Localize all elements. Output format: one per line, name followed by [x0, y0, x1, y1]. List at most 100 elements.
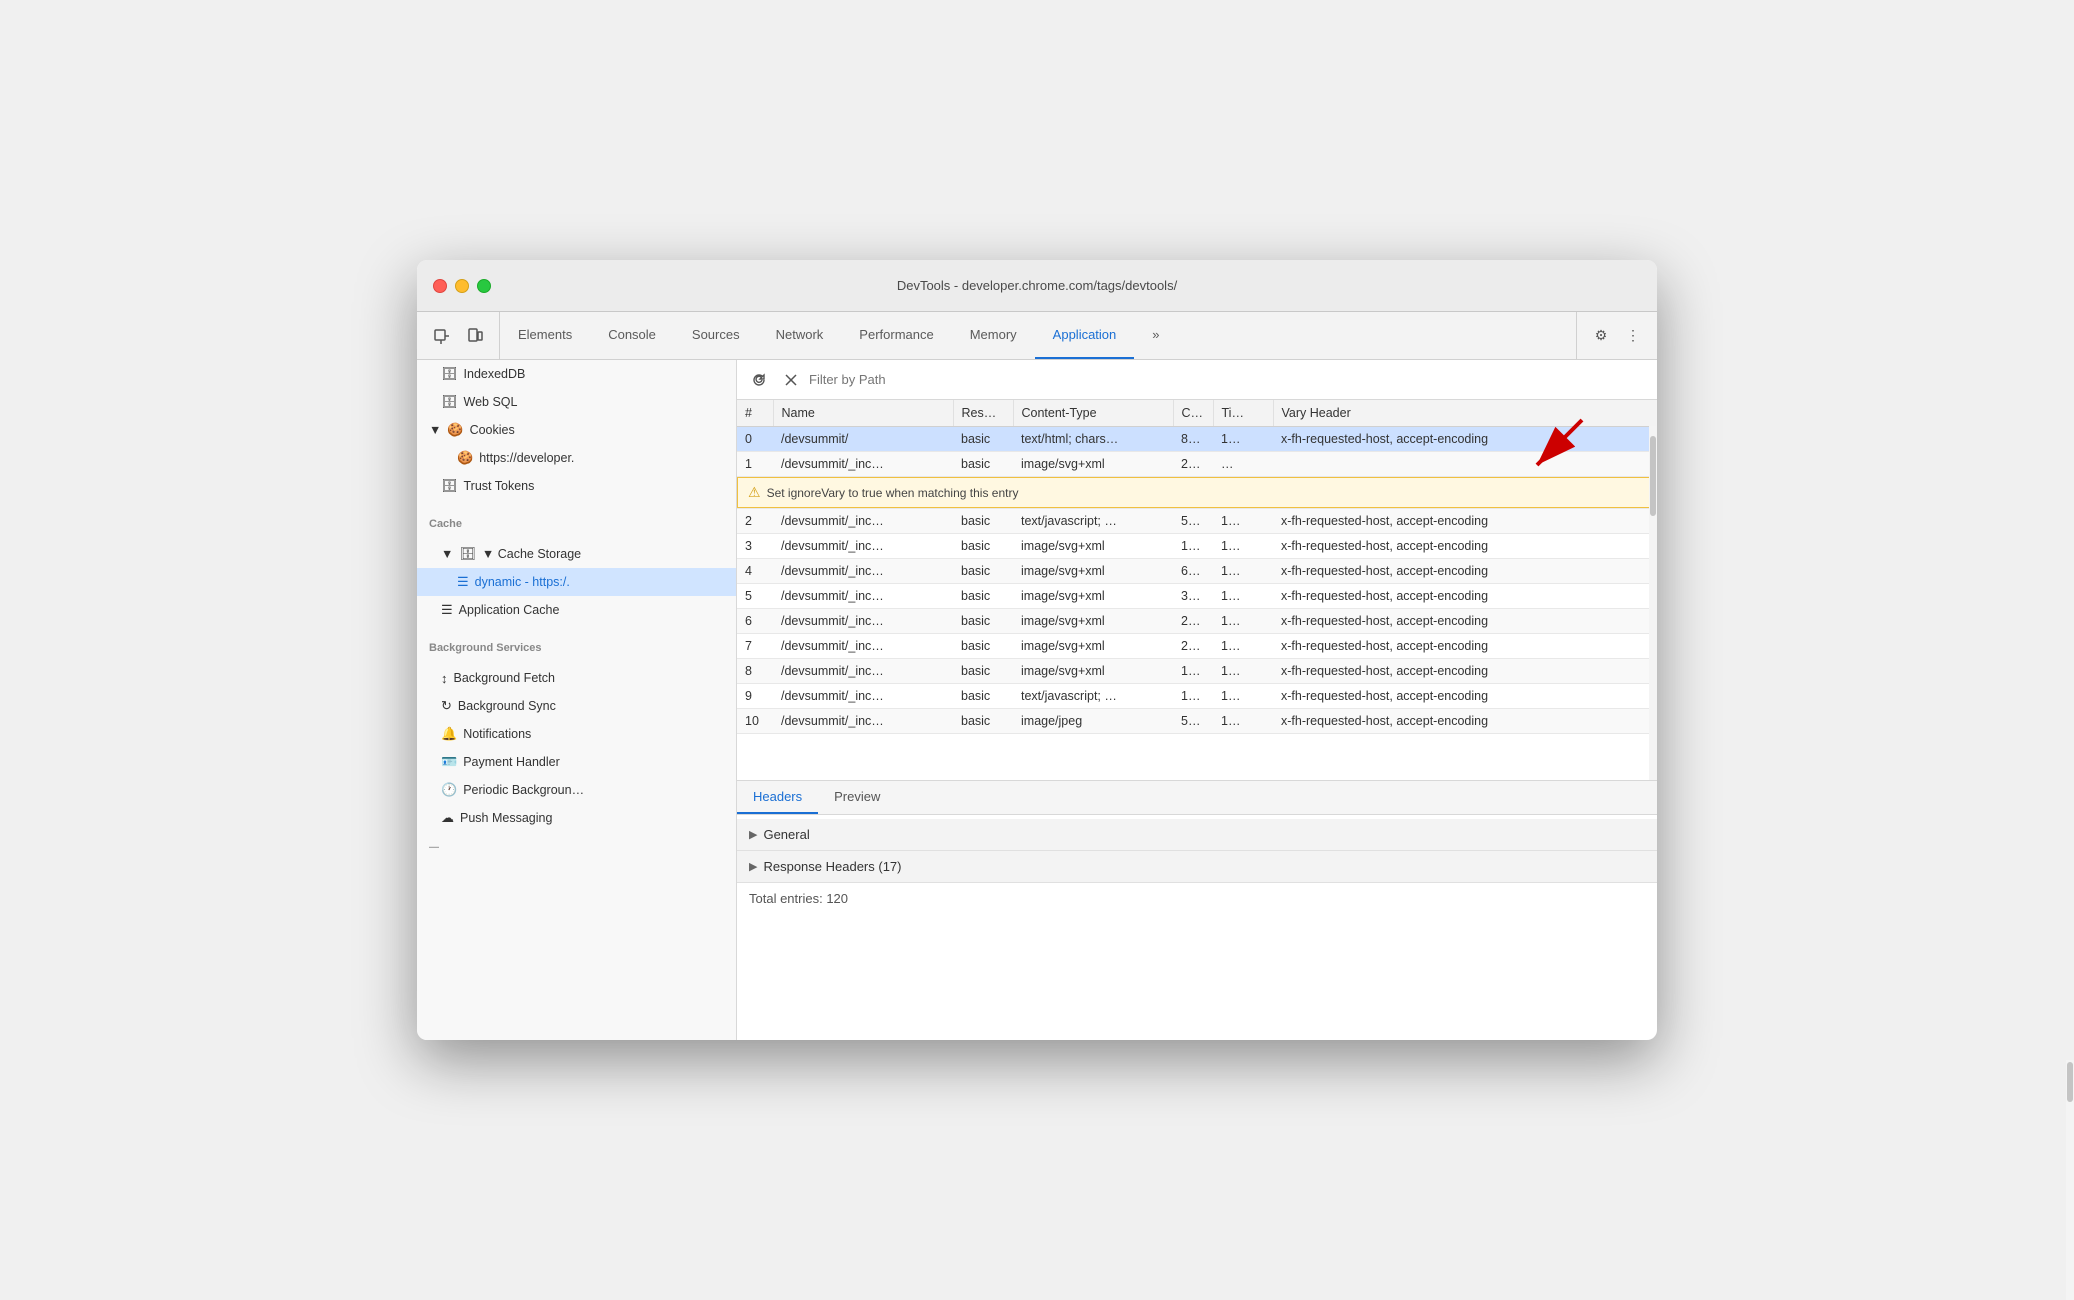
cell-vary: x-fh-requested-host, accept-encoding	[1273, 634, 1657, 659]
sidebar-item-trust-tokens[interactable]: 🗄 Trust Tokens	[417, 472, 736, 500]
sidebar-item-application-cache[interactable]: ☰ Application Cache	[417, 596, 736, 624]
payment-handler-icon: 🪪	[441, 754, 457, 770]
tab-network[interactable]: Network	[758, 312, 842, 359]
cell-name: /devsummit/_inc…	[773, 634, 953, 659]
tab-application[interactable]: Application	[1035, 312, 1135, 359]
tab-elements[interactable]: Elements	[500, 312, 590, 359]
sidebar-item-indexeddb[interactable]: 🗄 IndexedDB	[417, 360, 736, 388]
cell-name: /devsummit/_inc…	[773, 659, 953, 684]
cell-res: basic	[953, 452, 1013, 477]
minimize-button[interactable]	[455, 279, 469, 293]
sidebar-item-payment-handler[interactable]: 🪪 Payment Handler	[417, 748, 736, 776]
sidebar-item-cache-storage[interactable]: ▼ 🗄 ▼ Cache Storage	[417, 540, 736, 568]
cell-ct: text/html; chars…	[1013, 427, 1173, 452]
maximize-button[interactable]	[477, 279, 491, 293]
table-area: # Name Res… Content-Type C… Ti… Vary Hea…	[737, 360, 1657, 780]
cell-name: /devsummit/_inc…	[773, 709, 953, 734]
sidebar-item-notifications[interactable]: 🔔 Notifications	[417, 720, 736, 748]
tab-bar: Elements Console Sources Network Perform…	[417, 312, 1657, 360]
cell-res: basic	[953, 509, 1013, 534]
cell-res: basic	[953, 634, 1013, 659]
cell-num: 1	[737, 452, 773, 477]
inspect-element-icon[interactable]	[427, 322, 455, 350]
data-table: # Name Res… Content-Type C… Ti… Vary Hea…	[737, 400, 1657, 734]
tab-preview[interactable]: Preview	[818, 781, 896, 814]
scrollbar[interactable]	[1649, 400, 1657, 780]
cell-name: /devsummit/_inc…	[773, 534, 953, 559]
col-header-ct[interactable]: Content-Type	[1013, 400, 1173, 427]
sidebar-item-background-fetch[interactable]: ↕ Background Fetch	[417, 664, 736, 692]
table-row[interactable]: 8 /devsummit/_inc… basic image/svg+xml 1…	[737, 659, 1657, 684]
tab-memory[interactable]: Memory	[952, 312, 1035, 359]
table-row[interactable]: 3 /devsummit/_inc… basic image/svg+xml 1…	[737, 534, 1657, 559]
col-header-num[interactable]: #	[737, 400, 773, 427]
cell-vary: x-fh-requested-host, accept-encoding	[1273, 609, 1657, 634]
websql-icon: 🗄	[441, 394, 458, 410]
close-button[interactable]	[433, 279, 447, 293]
cell-name: /devsummit/_inc…	[773, 609, 953, 634]
table-body: 0 /devsummit/ basic text/html; chars… 8……	[737, 427, 1657, 734]
section-general[interactable]: ▶ General	[737, 819, 1657, 851]
cell-c: 8…	[1173, 427, 1213, 452]
table-row[interactable]: 7 /devsummit/_inc… basic image/svg+xml 2…	[737, 634, 1657, 659]
cell-num: 6	[737, 609, 773, 634]
cell-num: 2	[737, 509, 773, 534]
col-header-c[interactable]: C…	[1173, 400, 1213, 427]
tab-more[interactable]: »	[1134, 312, 1177, 359]
general-expand-arrow: ▶	[749, 828, 757, 841]
cell-vary: x-fh-requested-host, accept-encoding	[1273, 559, 1657, 584]
table-row[interactable]: 9 /devsummit/_inc… basic text/javascript…	[737, 684, 1657, 709]
sidebar-item-cookies-url[interactable]: 🍪 https://developer.	[417, 444, 736, 472]
sidebar-item-websql[interactable]: 🗄 Web SQL	[417, 388, 736, 416]
scroll-thumb[interactable]	[1650, 436, 1656, 516]
clear-button[interactable]	[777, 366, 805, 394]
table-row[interactable]: 6 /devsummit/_inc… basic image/svg+xml 2…	[737, 609, 1657, 634]
cell-ti: 1…	[1213, 559, 1273, 584]
tab-headers[interactable]: Headers	[737, 781, 818, 814]
sidebar-item-background-sync[interactable]: ↻ Background Sync	[417, 692, 736, 720]
cell-vary: x-fh-requested-host, accept-encoding	[1273, 709, 1657, 734]
notifications-icon: 🔔	[441, 726, 457, 742]
cell-ti: 1…	[1213, 509, 1273, 534]
refresh-button[interactable]	[745, 366, 773, 394]
trust-tokens-icon: 🗄	[441, 478, 458, 494]
table-row[interactable]: 5 /devsummit/_inc… basic image/svg+xml 3…	[737, 584, 1657, 609]
table-row[interactable]: 4 /devsummit/_inc… basic image/svg+xml 6…	[737, 559, 1657, 584]
col-header-res[interactable]: Res…	[953, 400, 1013, 427]
cell-name: /devsummit/_inc…	[773, 509, 953, 534]
app-cache-icon: ☰	[441, 602, 453, 618]
cell-ti: 1…	[1213, 659, 1273, 684]
cell-name: /devsummit/	[773, 427, 953, 452]
sidebar-item-cookies-header[interactable]: ▼ 🍪 Cookies	[417, 416, 736, 444]
col-header-vary[interactable]: Vary Header	[1273, 400, 1657, 427]
sidebar-section-cache: Cache	[417, 508, 736, 540]
col-header-ti[interactable]: Ti…	[1213, 400, 1273, 427]
more-options-icon[interactable]: ⋮	[1619, 322, 1647, 350]
periodic-bg-icon: 🕐	[441, 782, 457, 798]
tab-sources[interactable]: Sources	[674, 312, 758, 359]
section-response-headers[interactable]: ▶ Response Headers (17)	[737, 851, 1657, 883]
sidebar-item-push-messaging[interactable]: ☁ Push Messaging	[417, 804, 736, 832]
tab-performance[interactable]: Performance	[841, 312, 951, 359]
col-header-name[interactable]: Name	[773, 400, 953, 427]
bg-sync-icon: ↻	[441, 698, 452, 714]
table-row[interactable]: 2 /devsummit/_inc… basic text/javascript…	[737, 509, 1657, 534]
table-header: # Name Res… Content-Type C… Ti… Vary Hea…	[737, 400, 1657, 427]
filter-input[interactable]	[809, 372, 1649, 387]
title-bar: DevTools - developer.chrome.com/tags/dev…	[417, 260, 1657, 312]
sidebar-bottom: –	[417, 832, 736, 861]
cell-ti: …	[1213, 452, 1273, 477]
table-row[interactable]: 0 /devsummit/ basic text/html; chars… 8……	[737, 427, 1657, 452]
device-toolbar-icon[interactable]	[461, 322, 489, 350]
cell-c: 6…	[1173, 559, 1213, 584]
table-row[interactable]: 1 /devsummit/_inc… basic image/svg+xml 2…	[737, 452, 1657, 477]
cell-res: basic	[953, 427, 1013, 452]
sidebar-item-dynamic-cache[interactable]: ☰ dynamic - https:/.	[417, 568, 736, 596]
main-area: 🗄 IndexedDB 🗄 Web SQL ▼ 🍪 Cookies 🍪 http…	[417, 360, 1657, 1040]
table-row[interactable]: 10 /devsummit/_inc… basic image/jpeg 5… …	[737, 709, 1657, 734]
tab-console[interactable]: Console	[590, 312, 674, 359]
cell-vary: x-fh-requested-host, accept-encoding	[1273, 584, 1657, 609]
tooltip-row: ⚠ Set ignoreVary to true when matching t…	[737, 477, 1657, 509]
sidebar-item-periodic-bg[interactable]: 🕐 Periodic Backgroun…	[417, 776, 736, 804]
settings-icon[interactable]: ⚙	[1587, 322, 1615, 350]
